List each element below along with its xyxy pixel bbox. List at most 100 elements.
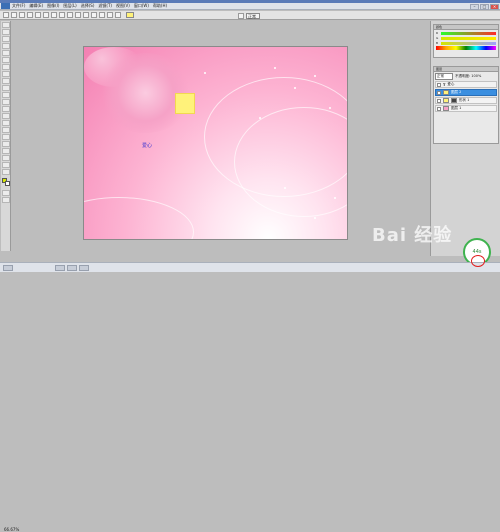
toolbox — [1, 21, 11, 251]
option-icon-5[interactable] — [43, 12, 49, 18]
yellow-shape[interactable] — [175, 93, 195, 114]
option-icon-8[interactable] — [67, 12, 73, 18]
mode-dropdown[interactable]: 正常 — [246, 12, 260, 19]
option-icon-7[interactable] — [59, 12, 65, 18]
text-tool-icon[interactable] — [1, 127, 10, 133]
sparkle — [334, 197, 336, 199]
taskbar-app[interactable] — [55, 264, 65, 271]
color-row-b: B — [436, 41, 496, 45]
menu-window[interactable]: 窗口(W) — [134, 3, 149, 9]
option-icon-11[interactable] — [91, 12, 97, 18]
eyedropper-tool-icon[interactable] — [1, 155, 10, 161]
sparkle — [329, 107, 331, 109]
green-slider[interactable] — [441, 36, 496, 40]
layer-row[interactable]: T 爱心 — [435, 81, 497, 88]
layer-row[interactable]: 图层 1 — [435, 105, 497, 112]
color-swatch[interactable] — [126, 12, 134, 18]
option-icon-10[interactable] — [83, 12, 89, 18]
sparkle — [294, 87, 296, 89]
option-icon-1[interactable] — [11, 12, 17, 18]
sparkle — [204, 72, 206, 74]
menu-file[interactable]: 文件(F) — [12, 3, 25, 9]
screen-mode-icon[interactable] — [1, 197, 10, 203]
pen-tool-icon[interactable] — [1, 134, 10, 140]
color-picker[interactable] — [1, 178, 10, 187]
option-icon-14[interactable] — [115, 12, 121, 18]
taskbar-app[interactable] — [79, 264, 89, 271]
option-icon-4[interactable] — [35, 12, 41, 18]
blend-mode-dropdown[interactable]: 正常 — [435, 73, 453, 80]
history-brush-tool-icon[interactable] — [1, 85, 10, 91]
opacity-field[interactable]: 不透明度: 100% — [455, 74, 481, 79]
eraser-tool-icon[interactable] — [1, 92, 10, 98]
zoom-tool-icon[interactable] — [1, 169, 10, 175]
menu-filter[interactable]: 滤镜(T) — [98, 3, 112, 9]
gradient-tool-icon[interactable] — [1, 99, 10, 105]
hand-tool-icon[interactable] — [1, 162, 10, 168]
menu-layer[interactable]: 图层(L) — [63, 3, 76, 9]
taskbar-app[interactable] — [67, 264, 77, 271]
visibility-eye-icon[interactable] — [437, 90, 441, 95]
shape-tool-icon[interactable] — [1, 141, 10, 147]
color-panel-tab[interactable]: 颜色 — [434, 25, 498, 30]
slice-tool-icon[interactable] — [1, 57, 10, 63]
healing-tool-icon[interactable] — [1, 64, 10, 70]
notes-tool-icon[interactable] — [1, 148, 10, 154]
layer-row[interactable]: 形状 1 — [435, 97, 497, 104]
color-spectrum[interactable] — [436, 46, 496, 50]
option-icon-2[interactable] — [19, 12, 25, 18]
option-icon-6[interactable] — [51, 12, 57, 18]
path-select-tool-icon[interactable] — [1, 120, 10, 126]
menu-select[interactable]: 选择(S) — [81, 3, 95, 9]
lasso-tool-icon[interactable] — [1, 36, 10, 42]
dodge-tool-icon[interactable] — [1, 113, 10, 119]
blur-tool-icon[interactable] — [1, 106, 10, 112]
menu-edit[interactable]: 编辑(E) — [29, 3, 43, 9]
brush-tool-icon[interactable] — [1, 71, 10, 77]
menu-view[interactable]: 视图(V) — [116, 3, 130, 9]
crop-tool-icon[interactable] — [1, 50, 10, 56]
mode-icon — [238, 12, 244, 19]
menu-image[interactable]: 图像(I) — [47, 3, 59, 9]
layers-panel-tab[interactable]: 图层 — [434, 67, 498, 72]
magic-wand-tool-icon[interactable] — [1, 43, 10, 49]
menu-help[interactable]: 帮助(H) — [153, 3, 167, 9]
color-panel: 颜色 R G B — [433, 24, 499, 58]
swirl-line — [84, 197, 194, 239]
tool-preset-icon[interactable] — [3, 12, 9, 18]
option-icon-12[interactable] — [99, 12, 105, 18]
option-icon-3[interactable] — [27, 12, 33, 18]
layer-thumb — [443, 90, 449, 95]
baidu-watermark: Bai 经验 — [372, 225, 453, 246]
menu-bar: 文件(F) 编辑(E) 图像(I) 图层(L) 选择(S) 滤镜(T) 视图(V… — [0, 3, 500, 10]
red-slider[interactable] — [441, 31, 496, 35]
text-layer-icon: T — [443, 82, 446, 87]
visibility-eye-icon[interactable] — [437, 82, 441, 87]
marquee-tool-icon[interactable] — [1, 29, 10, 35]
sparkle — [314, 217, 316, 219]
window-controls: – □ × — [470, 3, 499, 10]
highlight-circle — [471, 255, 485, 267]
layer-row-selected[interactable]: 图层 2 — [435, 89, 497, 96]
start-button[interactable] — [3, 264, 13, 271]
visibility-eye-icon[interactable] — [437, 106, 441, 111]
option-icon-9[interactable] — [75, 12, 81, 18]
stamp-tool-icon[interactable] — [1, 78, 10, 84]
layers-panel: 图层 正常 不透明度: 100% T 爱心 图层 2 形状 1 图层 1 — [433, 66, 499, 144]
blue-slider[interactable] — [441, 41, 496, 45]
close-button[interactable]: × — [490, 3, 499, 10]
sparkle — [314, 75, 316, 77]
text-layer[interactable]: 爱心 — [142, 142, 152, 149]
app-logo — [1, 3, 10, 9]
layer-mask-thumb — [451, 98, 457, 103]
color-row-r: R — [436, 31, 496, 35]
maximize-button[interactable]: □ — [480, 3, 489, 10]
minimize-button[interactable]: – — [470, 3, 479, 10]
document-canvas[interactable]: 爱心 — [83, 46, 348, 240]
move-tool-icon[interactable] — [1, 22, 10, 28]
quickmask-icon[interactable] — [1, 190, 10, 196]
option-icon-13[interactable] — [107, 12, 113, 18]
visibility-eye-icon[interactable] — [437, 98, 441, 103]
sparkle — [274, 67, 276, 69]
background-color[interactable] — [4, 181, 10, 186]
